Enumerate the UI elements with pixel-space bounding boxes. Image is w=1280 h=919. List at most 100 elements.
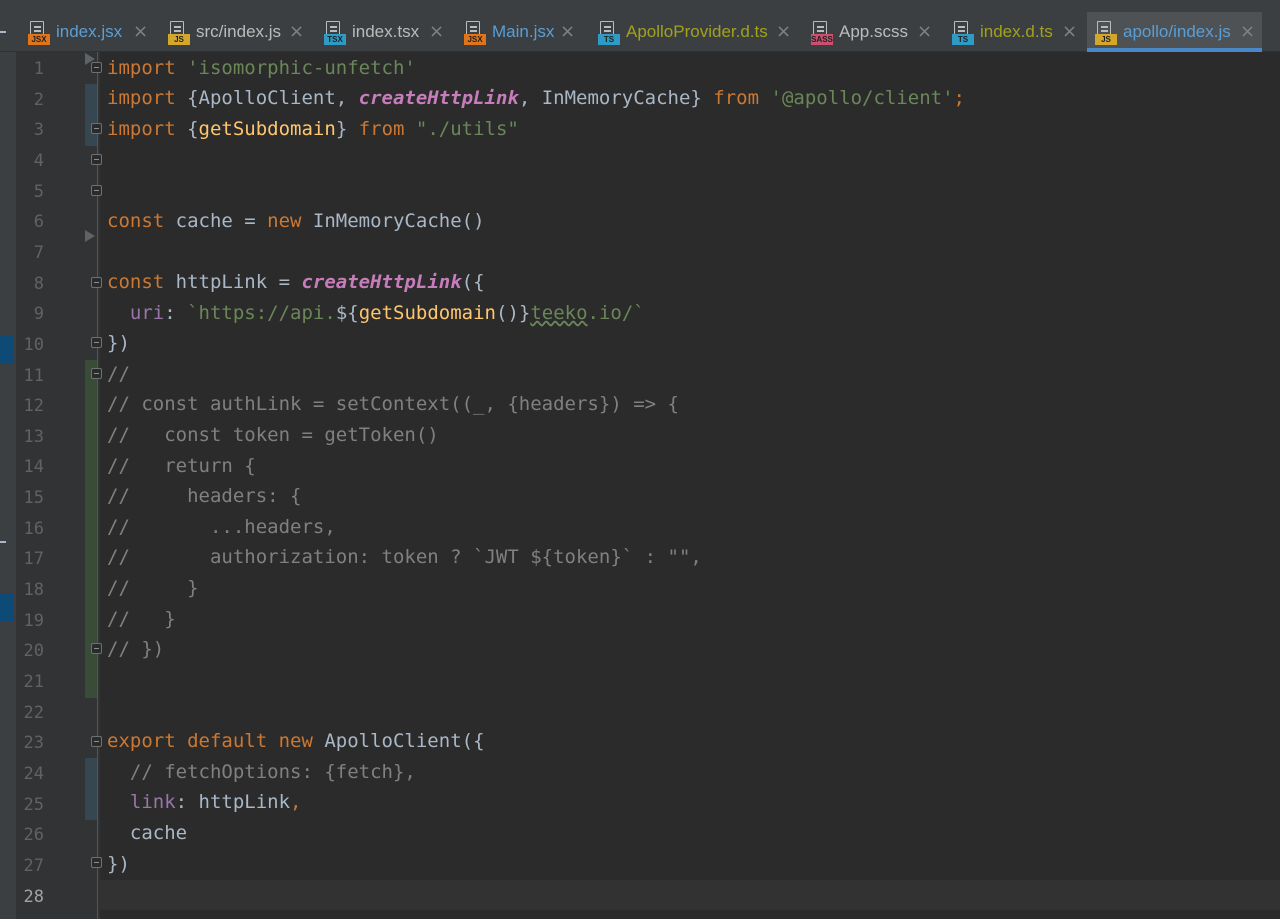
vcs-modified-marker[interactable] — [85, 84, 97, 146]
vcs-modified-marker[interactable] — [85, 758, 97, 820]
line-number: 26 — [23, 825, 44, 846]
line-number: 20 — [23, 641, 44, 662]
close-tab-icon[interactable]: × — [1062, 12, 1077, 52]
fold-arrow-icon[interactable] — [85, 230, 95, 242]
code-text: InMemoryCache() — [301, 210, 485, 232]
code-line-13[interactable]: // const token = getToken() — [107, 420, 439, 450]
code-line-15[interactable]: // headers: { — [107, 481, 301, 511]
typo-warning-text[interactable]: teeko — [530, 302, 587, 324]
fold-toggle-icon[interactable] — [91, 185, 102, 196]
string-literal: `https://api. — [187, 302, 336, 324]
file-type-icon: TS — [598, 21, 620, 45]
code-line-19[interactable]: // } — [107, 604, 176, 634]
code-text: cache — [107, 822, 188, 844]
close-tab-icon[interactable]: × — [560, 12, 575, 52]
code-line-24[interactable]: // fetchOptions: {fetch}, — [107, 757, 416, 787]
line-number: 25 — [23, 794, 44, 815]
tab-label: apollo/index.js — [1123, 22, 1231, 41]
keyword: import — [107, 57, 176, 79]
fold-toggle-icon[interactable] — [91, 277, 102, 288]
code-line-10[interactable]: }) — [107, 328, 130, 358]
line-number: 2 — [33, 89, 44, 110]
close-tab-icon[interactable]: × — [917, 12, 932, 52]
code-line-23[interactable]: export default new ApolloClient({ — [107, 726, 485, 756]
keyword: new — [267, 730, 313, 752]
fold-toggle-icon[interactable] — [91, 857, 102, 868]
editor-tab[interactable]: JSX index.jsx × — [20, 12, 157, 52]
close-tab-icon[interactable]: × — [429, 12, 444, 52]
file-type-icon: JSX — [464, 21, 486, 45]
line-number: 6 — [33, 212, 44, 233]
code-text: : — [164, 302, 188, 324]
code-line-25[interactable]: link: httpLink, — [107, 787, 302, 817]
fold-toggle-icon[interactable] — [91, 62, 102, 73]
function-name: getSubdomain — [198, 118, 336, 140]
editor-tab[interactable]: JSX Main.jsx × — [456, 12, 584, 52]
fold-toggle-icon[interactable] — [91, 123, 102, 134]
comment: // fetchOptions: {fetch}, — [129, 761, 416, 783]
close-tab-icon[interactable]: × — [776, 12, 791, 52]
close-tab-icon[interactable]: × — [1240, 12, 1255, 52]
line-number: 13 — [23, 426, 44, 447]
file-type-icon: JS — [1095, 21, 1117, 45]
keyword: export — [107, 730, 176, 752]
current-line-highlight — [98, 880, 1280, 910]
close-tab-icon[interactable]: × — [133, 12, 148, 52]
code-line-9[interactable]: uri: `https://api.${getSubdomain()}teeko… — [107, 298, 645, 328]
code-line-12[interactable]: // const authLink = setContext((_, {head… — [107, 389, 679, 419]
line-number: 27 — [23, 855, 44, 876]
code-line-14[interactable]: // return { — [107, 451, 256, 481]
tab-label: ApolloProvider.d.ts — [626, 22, 768, 41]
code-line-3[interactable]: import {getSubdomain} from "./utils" — [107, 114, 519, 144]
line-number: 4 — [33, 150, 44, 171]
code-line-11[interactable]: // — [107, 359, 130, 389]
editor-tab[interactable]: JS src/index.js × — [160, 12, 313, 52]
code-text: {ApolloClient, — [175, 87, 359, 109]
file-type-icon: TS — [952, 21, 974, 45]
code-line-20[interactable]: // }) — [107, 634, 164, 664]
code-line-18[interactable]: // } — [107, 573, 199, 603]
close-tab-icon[interactable]: × — [289, 12, 304, 52]
function-name: createHttpLink — [358, 87, 519, 109]
tool-strip-marker[interactable] — [0, 593, 14, 621]
code-line-2[interactable]: import {ApolloClient, createHttpLink, In… — [107, 83, 965, 113]
editor-tab[interactable]: JS apollo/index.js × — [1087, 12, 1262, 52]
tab-label: index.d.ts — [980, 22, 1053, 41]
line-number: 18 — [23, 580, 44, 601]
line-number: 14 — [23, 457, 44, 478]
code-line-27[interactable]: }) — [107, 849, 130, 879]
editor-tab[interactable]: TS ApolloProvider.d.ts × — [590, 12, 800, 52]
property-name: uri — [129, 302, 165, 324]
ide-window: JSX index.jsx × JS src/index.js × TSX index.tsx… — [0, 0, 1280, 919]
string-literal: .io/` — [587, 302, 645, 324]
line-number: 22 — [23, 702, 44, 723]
code-line-16[interactable]: // ...headers, — [107, 512, 336, 542]
code-line-1[interactable]: import 'isomorphic-unfetch' — [107, 53, 416, 83]
editor-tab[interactable]: TS index.d.ts × — [944, 12, 1086, 52]
editor-tab[interactable]: TSX index.tsx × — [316, 12, 453, 52]
keyword: const — [107, 210, 165, 232]
line-number: 1 — [33, 59, 44, 79]
line-number: 15 — [23, 488, 44, 509]
fold-toggle-icon[interactable] — [91, 154, 102, 165]
line-number: 23 — [23, 733, 44, 754]
line-number: 9 — [33, 304, 44, 325]
editor-tab[interactable]: SASS App.scss × — [803, 12, 941, 52]
code-line-8[interactable]: const httpLink = createHttpLink({ — [107, 267, 485, 297]
code-line-26[interactable]: cache — [107, 818, 187, 848]
fold-toggle-icon[interactable] — [91, 337, 102, 348]
line-number: 21 — [23, 672, 44, 692]
code-text: , InMemoryCache} — [518, 87, 714, 109]
comma: , — [290, 791, 302, 813]
fold-toggle-icon[interactable] — [91, 643, 102, 654]
fold-toggle-icon[interactable] — [91, 736, 102, 747]
code-line-6[interactable]: const cache = new InMemoryCache() — [107, 206, 485, 236]
code-text: ()} — [496, 302, 531, 324]
tab-label: Main.jsx — [492, 22, 555, 41]
code-text: ({ — [461, 271, 485, 293]
code-line-17[interactable]: // authorization: token ? `JWT ${token}`… — [107, 542, 702, 572]
code-text: ${ — [335, 302, 359, 324]
tool-strip-marker[interactable] — [0, 336, 14, 364]
fold-toggle-icon[interactable] — [91, 368, 102, 379]
